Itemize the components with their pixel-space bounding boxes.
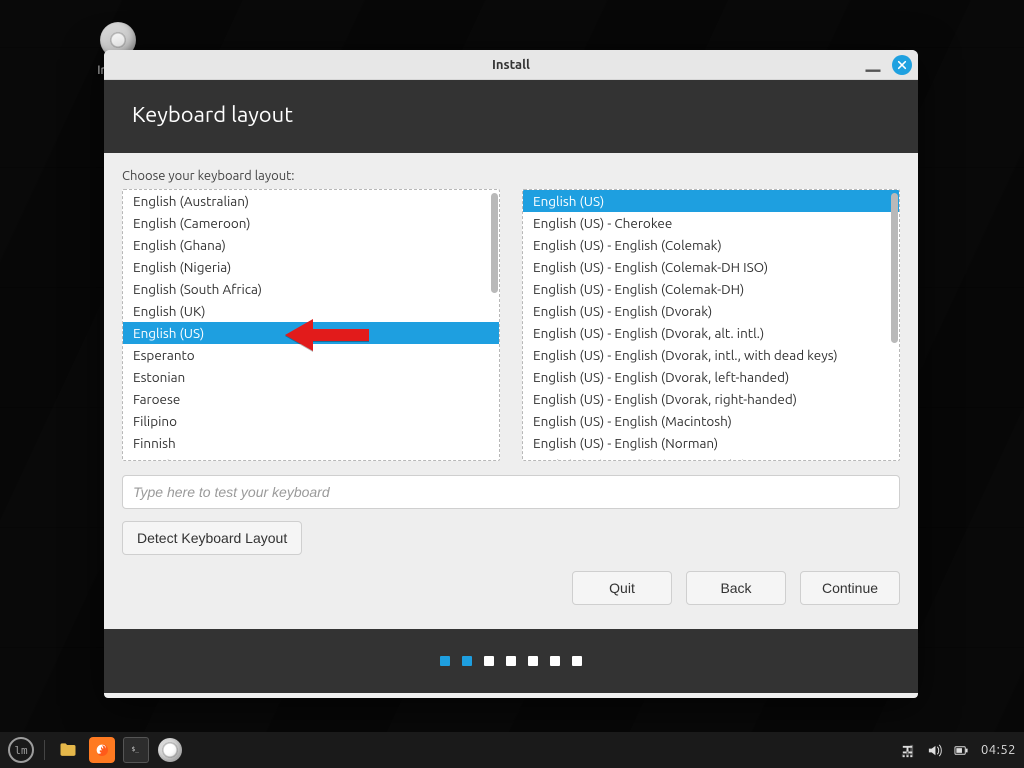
progress-step (506, 656, 516, 666)
network-icon[interactable] (900, 743, 915, 758)
continue-button[interactable]: Continue (800, 571, 900, 605)
taskbar-terminal-button[interactable]: $_ (123, 737, 149, 763)
disc-icon (158, 738, 182, 762)
scrollbar[interactable] (889, 191, 898, 459)
list-item[interactable]: English (Cameroon) (123, 212, 499, 234)
page-heading: Keyboard layout (132, 102, 890, 127)
battery-icon[interactable] (954, 743, 969, 758)
list-item[interactable]: English (US) (523, 190, 899, 212)
list-item[interactable]: English (Ghana) (123, 234, 499, 256)
taskbar-clock[interactable]: 04:52 (981, 743, 1016, 757)
terminal-icon: $_ (129, 743, 143, 757)
wizard-progress (104, 629, 918, 693)
taskbar-separator (44, 740, 45, 760)
list-item[interactable]: English (US) - English (Norman) (523, 432, 899, 454)
list-item[interactable]: Finnish (123, 432, 499, 454)
progress-step (572, 656, 582, 666)
list-item[interactable]: English (US) - English (Dvorak, right-ha… (523, 388, 899, 410)
quit-button[interactable]: Quit (572, 571, 672, 605)
keyboard-language-list[interactable]: English (Australian)English (Cameroon)En… (122, 189, 500, 461)
scroll-thumb[interactable] (491, 193, 498, 293)
installer-header: Keyboard layout (104, 80, 918, 153)
list-item[interactable]: Estonian (123, 366, 499, 388)
taskbar-firefox-button[interactable] (89, 737, 115, 763)
taskbar-files-button[interactable] (55, 737, 81, 763)
list-item[interactable]: English (US) - English (Dvorak, alt. int… (523, 322, 899, 344)
firefox-icon (94, 742, 110, 758)
list-item[interactable]: English (US) - English (Dvorak, left-han… (523, 366, 899, 388)
list-item[interactable]: English (US) - English (Colemak) (523, 234, 899, 256)
detect-keyboard-button[interactable]: Detect Keyboard Layout (122, 521, 302, 555)
keyboard-test-input[interactable] (122, 475, 900, 509)
list-item[interactable]: English (UK) (123, 300, 499, 322)
start-menu-button[interactable]: lm (8, 737, 34, 763)
svg-text:$_: $_ (131, 745, 139, 753)
list-item[interactable]: English (South Africa) (123, 278, 499, 300)
list-item[interactable]: English (US) - English (Colemak-DH ISO) (523, 256, 899, 278)
volume-icon[interactable] (927, 743, 942, 758)
folder-icon (58, 740, 78, 760)
list-item[interactable]: English (US) - English (Colemak-DH) (523, 278, 899, 300)
progress-step (550, 656, 560, 666)
list-item[interactable]: English (US) - English (Dvorak) (523, 300, 899, 322)
list-item[interactable]: French (123, 454, 499, 460)
taskbar-installer-button[interactable] (157, 737, 183, 763)
window-minimize-button[interactable] (864, 56, 882, 74)
keyboard-prompt: Choose your keyboard layout: (122, 169, 900, 183)
minimize-icon (864, 56, 882, 74)
window-titlebar[interactable]: Install (104, 50, 918, 80)
list-item[interactable]: English (US) - English (US, Symbolic) (523, 454, 899, 460)
window-close-button[interactable] (892, 55, 912, 75)
list-item[interactable]: English (US) - English (Macintosh) (523, 410, 899, 432)
back-button[interactable]: Back (686, 571, 786, 605)
progress-step (484, 656, 494, 666)
window-title: Install (492, 58, 530, 72)
taskbar: lm $_ 04:52 (0, 732, 1024, 768)
progress-step (528, 656, 538, 666)
list-item[interactable]: English (US) (123, 322, 499, 344)
list-item[interactable]: Faroese (123, 388, 499, 410)
list-item[interactable]: Esperanto (123, 344, 499, 366)
list-item[interactable]: English (Nigeria) (123, 256, 499, 278)
close-icon (897, 60, 907, 70)
scroll-thumb[interactable] (891, 193, 898, 343)
keyboard-variant-list[interactable]: English (US)English (US) - CherokeeEngli… (522, 189, 900, 461)
scrollbar[interactable] (489, 191, 498, 459)
wizard-nav: Quit Back Continue (104, 555, 918, 629)
mint-logo-icon: lm (14, 744, 27, 757)
installer-window: Install Keyboard layout Choose your keyb… (104, 50, 918, 698)
list-item[interactable]: English (Australian) (123, 190, 499, 212)
progress-step (462, 656, 472, 666)
progress-step (440, 656, 450, 666)
list-item[interactable]: English (US) - English (Dvorak, intl., w… (523, 344, 899, 366)
list-item[interactable]: Filipino (123, 410, 499, 432)
list-item[interactable]: English (US) - Cherokee (523, 212, 899, 234)
